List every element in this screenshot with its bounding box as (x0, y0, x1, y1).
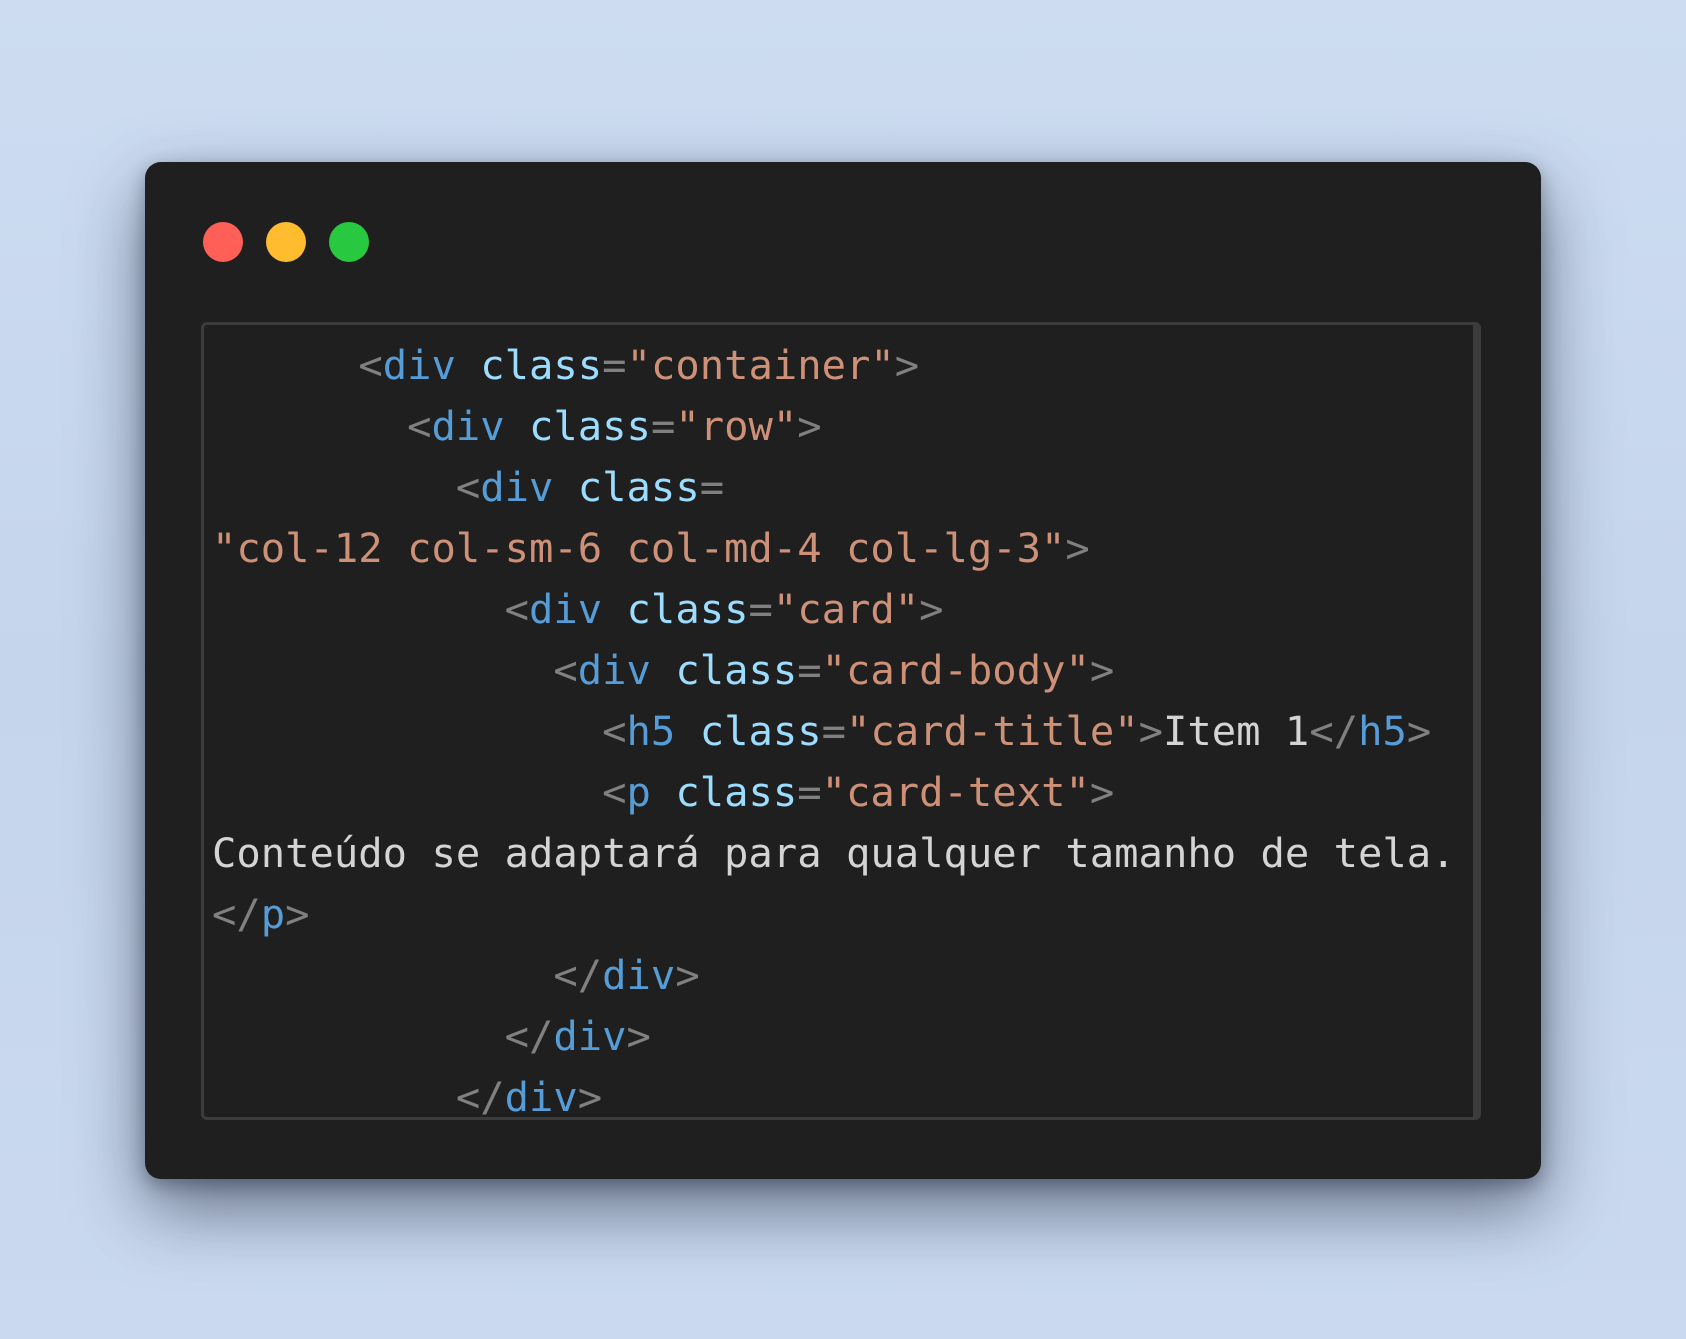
code-token-tag: div (529, 585, 603, 633)
close-icon[interactable] (203, 222, 243, 262)
code-token-str: "card-title" (846, 707, 1139, 755)
code-token-punct: </ (553, 951, 603, 999)
code-token-attr: class (675, 768, 798, 816)
code-window: <div class="container"> <div class="row"… (145, 162, 1541, 1179)
code-token-attr: class (480, 341, 603, 389)
code-line: <div class= (212, 457, 1456, 518)
code-token-punct: < (358, 341, 383, 389)
code-frame: <div class="container"> <div class="row"… (201, 322, 1481, 1120)
code-token-punct: > (1089, 646, 1115, 694)
code-token-punct: > (626, 1012, 651, 1060)
code-token-punct: </ (504, 1012, 554, 1060)
code-token-tag: div (431, 402, 505, 450)
code-token-punct: < (407, 402, 432, 450)
code-line: </p> (212, 884, 1456, 945)
code-token-tag: h5 (1358, 707, 1407, 755)
code-token-punct: < (455, 463, 481, 511)
code-line: <div class="row"> (212, 396, 1456, 457)
code-token-punct: = (821, 707, 847, 755)
code-token-tag: div (382, 341, 456, 389)
code-token-str: "row" (675, 402, 798, 450)
code-token-punct: > (285, 890, 310, 938)
code-token-punct: = (748, 585, 773, 633)
code-token-str: "card-text" (821, 768, 1090, 816)
code-token-punct: </ (212, 890, 261, 938)
code-token-punct: > (797, 402, 822, 450)
code-token-punct: = (602, 341, 627, 389)
code-line: <p class="card-text"> (212, 762, 1456, 823)
code-token-text: Conteúdo se adaptará para qualquer taman… (212, 829, 1456, 877)
code-token-text: Item 1 (1163, 707, 1310, 755)
code-token-attr: class (626, 585, 749, 633)
code-token-str: "col-12 col-sm-6 col-md-4 col-lg-3" (212, 524, 1066, 572)
code-token-punct: > (577, 1073, 603, 1120)
code-token-str: "card-body" (821, 646, 1090, 694)
code-token-punct: < (553, 646, 578, 694)
code-token-punct: > (1406, 707, 1432, 755)
code-line: </div> (212, 1006, 1456, 1067)
code-token-punct: > (675, 951, 700, 999)
code-token-punct: </ (455, 1073, 505, 1120)
code-token-attr: class (577, 463, 700, 511)
code-block: <div class="container"> <div class="row"… (212, 335, 1456, 1120)
code-token-punct: > (1065, 524, 1090, 572)
code-line: <div class="container"> (212, 335, 1456, 396)
code-token-tag: h5 (626, 707, 676, 755)
code-token-attr: class (675, 646, 798, 694)
code-token-punct: > (919, 585, 944, 633)
code-token-punct: > (1089, 768, 1115, 816)
code-token-attr: class (529, 402, 651, 450)
code-token-punct: < (602, 707, 627, 755)
code-line: <div class="card"> (212, 579, 1456, 640)
code-token-str: "container" (626, 341, 895, 389)
code-token-punct: < (504, 585, 529, 633)
code-token-punct: = (797, 768, 822, 816)
code-line: "col-12 col-sm-6 col-md-4 col-lg-3"> (212, 518, 1456, 579)
code-token-punct: = (650, 402, 676, 450)
code-token-punct: = (699, 463, 725, 511)
code-token-str: "card" (772, 585, 920, 633)
code-token-punct: </ (1309, 707, 1359, 755)
code-token-punct: > (894, 341, 920, 389)
code-token-tag: p (260, 890, 286, 938)
code-token-tag: div (602, 951, 676, 999)
code-line: </div> (212, 945, 1456, 1006)
code-token-tag: div (504, 1073, 578, 1120)
code-token-punct: < (602, 768, 627, 816)
code-token-tag: div (553, 1012, 627, 1060)
code-line: <h5 class="card-title">Item 1</h5> (212, 701, 1456, 762)
code-line: </div> (212, 1067, 1456, 1120)
code-token-attr: class (699, 707, 822, 755)
minimize-icon[interactable] (266, 222, 306, 262)
code-line: Conteúdo se adaptará para qualquer taman… (212, 823, 1456, 884)
code-token-punct: = (797, 646, 822, 694)
code-line: <div class="card-body"> (212, 640, 1456, 701)
code-token-tag: p (626, 768, 651, 816)
code-token-tag: div (577, 646, 651, 694)
code-token-punct: > (1138, 707, 1164, 755)
maximize-icon[interactable] (329, 222, 369, 262)
code-token-tag: div (480, 463, 554, 511)
